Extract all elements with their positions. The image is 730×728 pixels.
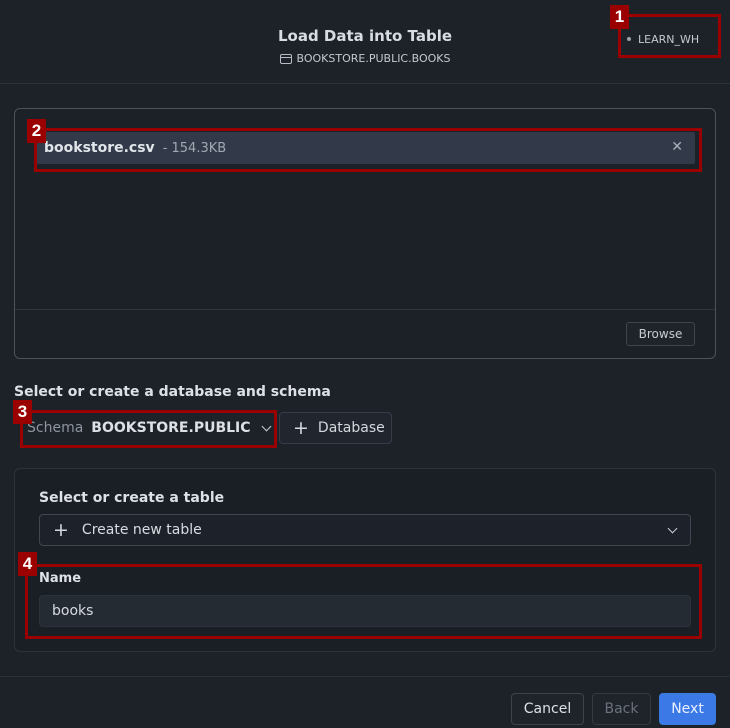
file-name: bookstore.csv bbox=[44, 140, 155, 156]
status-dot-icon bbox=[627, 37, 631, 41]
annotation-number-4: 4 bbox=[18, 552, 37, 576]
next-button[interactable]: Next bbox=[659, 693, 716, 725]
annotation-number-1: 1 bbox=[610, 5, 629, 29]
annotation-number-3: 3 bbox=[13, 400, 32, 424]
plus-icon: + bbox=[293, 416, 309, 439]
name-field-label: Name bbox=[39, 571, 82, 586]
plus-icon: + bbox=[53, 518, 69, 541]
schema-prefix: Schema bbox=[27, 420, 84, 436]
target-table-path: BOOKSTORE.PUBLIC.BOOKS bbox=[296, 52, 451, 65]
annotation-number-2: 2 bbox=[27, 119, 46, 143]
add-database-label: Database bbox=[317, 420, 385, 436]
file-size: - 154.3KB bbox=[162, 140, 227, 156]
close-icon[interactable]: ✕ bbox=[671, 139, 683, 155]
schema-value: BOOKSTORE.PUBLIC bbox=[91, 420, 251, 436]
dialog-footer-divider bbox=[0, 676, 730, 677]
browse-button[interactable]: Browse bbox=[626, 322, 695, 346]
add-database-button[interactable]: + Database bbox=[279, 412, 392, 444]
table-icon bbox=[279, 53, 292, 64]
table-section-label: Select or create a table bbox=[39, 490, 225, 506]
dialog-subtitle: BOOKSTORE.PUBLIC.BOOKS bbox=[0, 52, 730, 65]
back-button[interactable]: Back bbox=[592, 693, 651, 725]
schema-dropdown[interactable]: Schema BOOKSTORE.PUBLIC bbox=[22, 413, 273, 443]
table-dropdown-value: Create new table bbox=[81, 522, 202, 538]
drop-zone-divider bbox=[15, 309, 715, 310]
chevron-down-icon bbox=[667, 523, 678, 534]
chevron-down-icon bbox=[261, 421, 271, 431]
cancel-button[interactable]: Cancel bbox=[511, 693, 584, 725]
database-section-label: Select or create a database and schema bbox=[14, 384, 331, 400]
table-name-input[interactable] bbox=[39, 595, 691, 627]
warehouse-name: LEARN_WH bbox=[638, 32, 700, 46]
warehouse-selector[interactable]: LEARN_WH bbox=[621, 27, 715, 51]
table-dropdown[interactable]: + Create new table bbox=[39, 514, 691, 546]
uploaded-file-row: bookstore.csv - 154.3KB ✕ bbox=[37, 132, 695, 164]
